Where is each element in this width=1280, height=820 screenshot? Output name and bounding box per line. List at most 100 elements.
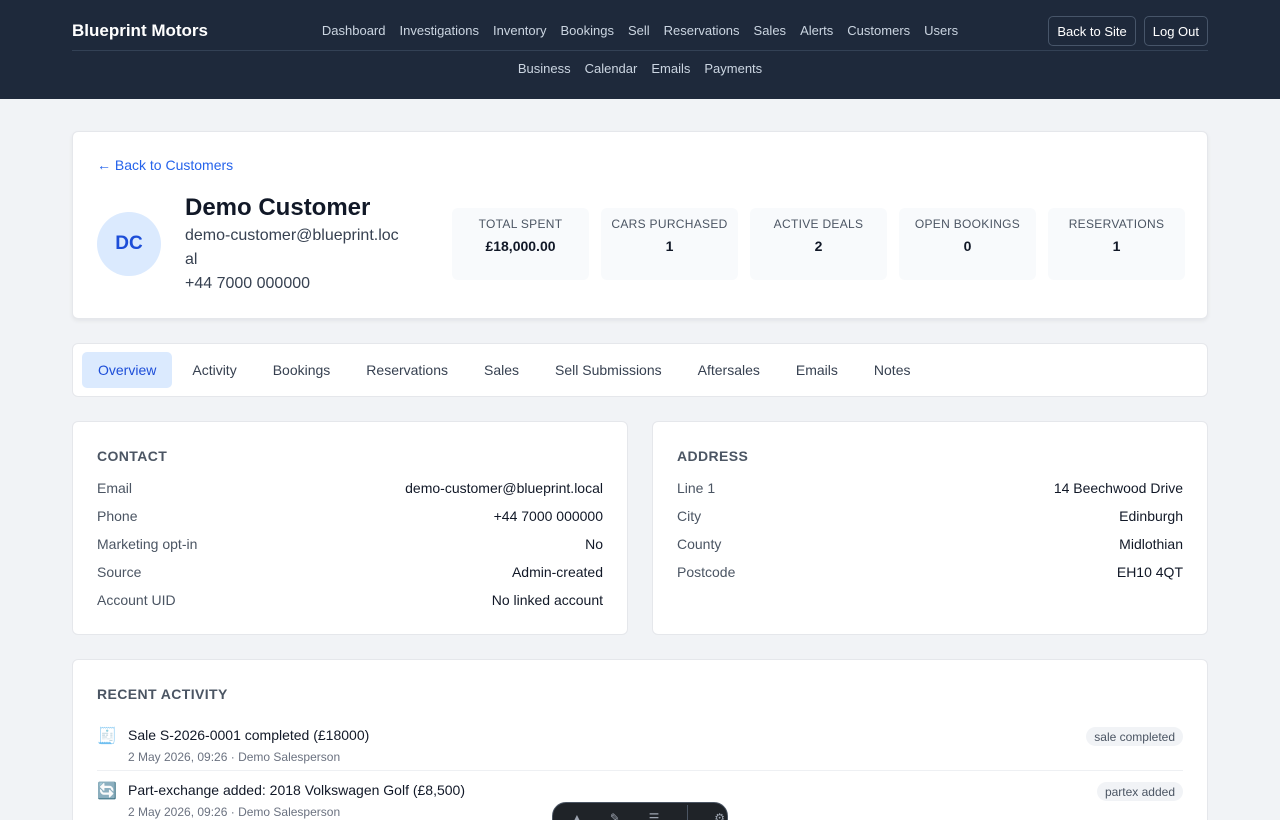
tab-overview[interactable]: Overview — [82, 352, 173, 388]
stat-value: 1 — [665, 238, 674, 254]
recent-activity-card: RECENT ACTIVITY 🧾 Sale S-2026-0001 comple… — [72, 659, 1208, 820]
contact-title: CONTACT — [97, 448, 168, 464]
contact-row-email: Email demo-customer@blueprint.local — [97, 480, 603, 496]
stat-open-bookings: OPEN BOOKINGS 0 — [899, 208, 1036, 280]
stat-reservations: RESERVATIONS 1 — [1048, 208, 1185, 280]
tab-emails[interactable]: Emails — [780, 352, 854, 388]
address-value: Edinburgh — [1119, 508, 1183, 524]
activity-meta: 2 May 2026, 09:26 · Demo Salesperson — [128, 750, 341, 764]
top-navbar: Blueprint Motors Dashboard Investigations… — [0, 0, 1280, 99]
receipt-icon: 🧾 — [97, 728, 117, 745]
top-actions: Back to Site Log Out — [1048, 16, 1208, 46]
contact-value: No linked account — [491, 592, 603, 608]
contact-value: Admin-created — [511, 564, 603, 580]
nav-link-sell[interactable]: Sell — [628, 23, 650, 38]
pointer-icon[interactable]: ▲ — [571, 811, 584, 820]
pen-icon[interactable]: ✎ — [610, 811, 623, 820]
contact-label: Email — [97, 480, 133, 496]
activity-item[interactable]: 🧾 Sale S-2026-0001 completed (£18000) 2 Ma… — [97, 722, 1183, 770]
address-title: ADDRESS — [677, 448, 749, 464]
recent-activity-title: RECENT ACTIVITY — [97, 686, 228, 702]
tab-sales[interactable]: Sales — [468, 352, 535, 388]
tab-notes[interactable]: Notes — [858, 352, 927, 388]
tab-reservations[interactable]: Reservations — [350, 352, 464, 388]
stat-value: 1 — [1112, 238, 1121, 254]
contact-card: CONTACT Email demo-customer@blueprint.loc… — [72, 421, 628, 635]
contact-value: No — [585, 536, 603, 552]
nav-link-investigations[interactable]: Investigations — [400, 23, 480, 38]
back-to-customers-link[interactable]: ← Back to Customers — [97, 157, 233, 173]
stat-label: RESERVATIONS — [1068, 217, 1165, 231]
nav-divider — [72, 50, 1208, 51]
nav-link-reservations[interactable]: Reservations — [664, 23, 740, 38]
address-value: Midlothian — [1119, 536, 1183, 552]
nav-link-inventory[interactable]: Inventory — [493, 23, 546, 38]
address-card: ADDRESS Line 1 14 Beechwood Drive City Edin… — [652, 421, 1208, 635]
log-out-button[interactable]: Log Out — [1143, 16, 1208, 46]
stat-total-spent: TOTAL SPENT £18,000.00 — [452, 208, 589, 280]
address-label: County — [677, 536, 722, 552]
activity-title: Sale S-2026-0001 completed (£18000) — [128, 727, 370, 743]
address-label: Postcode — [677, 564, 736, 580]
nav-link-business[interactable]: Business — [518, 61, 571, 76]
nav-link-sales[interactable]: Sales — [754, 23, 787, 38]
stat-value: 0 — [963, 238, 972, 254]
customer-phone: +44 7000 000000 — [185, 275, 311, 292]
contact-row-marketing-opt-in: Marketing opt-in No — [97, 536, 603, 552]
tab-activity[interactable]: Activity — [176, 352, 252, 388]
contact-label: Source — [97, 564, 142, 580]
contact-row-account-uid: Account UID No linked account — [97, 592, 603, 608]
stat-cars-purchased: CARS PURCHASED 1 — [601, 208, 738, 280]
address-value: EH10 4QT — [1116, 564, 1183, 580]
stat-label: ACTIVE DEALS — [773, 217, 864, 231]
tab-bookings[interactable]: Bookings — [257, 352, 347, 388]
activity-title: Part-exchange added: 2018 Volkswagen Gol… — [128, 782, 466, 798]
nav-link-bookings[interactable]: Bookings — [560, 23, 613, 38]
nav-link-dashboard[interactable]: Dashboard — [322, 23, 386, 38]
nav-link-emails[interactable]: Emails — [651, 61, 690, 76]
contact-row-phone: Phone +44 7000 000000 — [97, 508, 603, 524]
activity-meta: 2 May 2026, 09:26 · Demo Salesperson — [128, 805, 341, 819]
activity-badge: partex added — [1096, 782, 1183, 801]
contact-label: Account UID — [97, 592, 176, 608]
nav-link-alerts[interactable]: Alerts — [800, 23, 833, 38]
toolbar-divider — [687, 805, 689, 820]
contact-value: +44 7000 000000 — [493, 508, 603, 524]
customer-tabs: Overview Activity Bookings Reservations Sale… — [72, 343, 1208, 397]
menu-icon[interactable]: ☰ — [649, 811, 662, 820]
gear-icon[interactable]: ⚙ — [714, 811, 727, 820]
activity-badge: sale completed — [1086, 727, 1183, 746]
contact-label: Phone — [97, 508, 138, 524]
stat-label: CARS PURCHASED — [611, 217, 728, 231]
contact-label: Marketing opt-in — [97, 536, 198, 552]
tab-sell-submissions[interactable]: Sell Submissions — [539, 352, 678, 388]
address-label: City — [677, 508, 702, 524]
stat-value: £18,000.00 — [485, 238, 556, 254]
nav-link-calendar[interactable]: Calendar — [585, 61, 638, 76]
avatar: DC — [97, 212, 161, 276]
stat-label: OPEN BOOKINGS — [914, 217, 1021, 231]
address-row-postcode: Postcode EH10 4QT — [677, 564, 1183, 580]
stat-label: TOTAL SPENT — [478, 217, 563, 231]
secondary-nav: Business Calendar Emails Payments — [0, 61, 1280, 76]
floating-toolbar[interactable]: ▲ ✎ ☰ ⚙ — [552, 802, 728, 820]
contact-value: demo-customer@blueprint.local — [405, 480, 603, 496]
refresh-icon: 🔄 — [97, 783, 117, 800]
address-row-city: City Edinburgh — [677, 508, 1183, 524]
tab-aftersales[interactable]: Aftersales — [682, 352, 776, 388]
nav-link-users[interactable]: Users — [924, 23, 958, 38]
contact-row-source: Source Admin-created — [97, 564, 603, 580]
address-row-county: County Midlothian — [677, 536, 1183, 552]
address-row-line-1: Line 1 14 Beechwood Drive — [677, 480, 1183, 496]
back-to-site-button[interactable]: Back to Site — [1048, 16, 1136, 46]
address-label: Line 1 — [677, 480, 716, 496]
customer-header-card: ← Back to Customers DC Demo Customer dem… — [72, 131, 1208, 319]
customer-email: demo-customer@blueprint.local — [185, 227, 399, 268]
customer-name: Demo Customer — [185, 194, 371, 221]
activity-divider — [97, 770, 1183, 771]
nav-link-customers[interactable]: Customers — [847, 23, 910, 38]
address-value: 14 Beechwood Drive — [1053, 480, 1183, 496]
stat-active-deals: ACTIVE DEALS 2 — [750, 208, 887, 280]
nav-link-payments[interactable]: Payments — [704, 61, 762, 76]
stat-value: 2 — [814, 238, 823, 254]
